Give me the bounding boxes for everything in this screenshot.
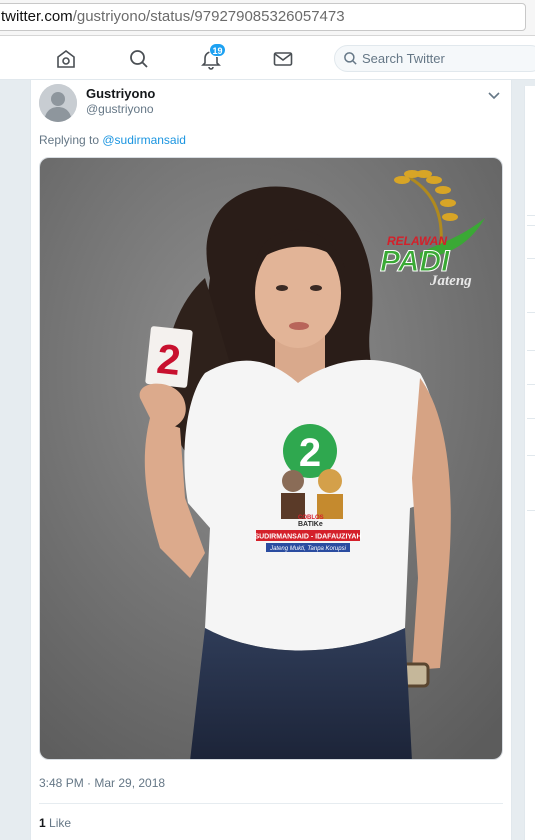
- side-divider: [527, 350, 535, 351]
- divider: [39, 803, 503, 804]
- replying-to-prefix: Replying to: [39, 133, 103, 147]
- url-field[interactable]: twitter.com/gustriyono/status/9792790853…: [0, 3, 526, 31]
- shirt-batik-text: BATIKe: [298, 521, 323, 528]
- eye-shape: [310, 285, 322, 291]
- like-count-label: Like: [49, 816, 72, 830]
- side-divider: [527, 215, 535, 216]
- search-icon: [343, 51, 358, 66]
- url-path: /gustriyono/status/979279085326057473: [72, 8, 345, 25]
- replying-to-link[interactable]: @sudirmansaid: [102, 133, 186, 147]
- candidate-portrait: [318, 469, 342, 493]
- tweet-timestamp[interactable]: 3:48 PM · Mar 29, 2018: [39, 776, 165, 790]
- logo-line3-text: Jateng: [429, 273, 472, 289]
- side-divider: [527, 312, 535, 313]
- explore-icon[interactable]: [127, 47, 151, 71]
- side-divider: [527, 225, 535, 226]
- side-divider: [527, 455, 535, 456]
- search-input[interactable]: [362, 47, 522, 69]
- shirt-number-text: 2: [299, 431, 321, 475]
- tshirt-shape: [184, 359, 444, 651]
- home-icon[interactable]: [54, 47, 78, 71]
- side-divider: [527, 384, 535, 385]
- side-divider: [527, 418, 535, 419]
- like-count-number: 1: [39, 816, 46, 830]
- browser-address-bar: twitter.com/gustriyono/status/9792790853…: [0, 0, 535, 36]
- number-card-text: 2: [155, 335, 183, 384]
- shirt-slogan-text: Jateng Mukti, Tanpa Korupsi: [269, 546, 346, 552]
- side-divider: [527, 258, 535, 259]
- url-host: twitter.com: [1, 8, 73, 25]
- eye-shape: [276, 285, 288, 291]
- screen-name[interactable]: @gustriyono: [86, 102, 154, 116]
- avatar[interactable]: [39, 84, 77, 122]
- face-shape: [255, 238, 341, 348]
- tweet-media-image[interactable]: 2 2 COBLOS BATIKe SUDIRMANSAID - IDAFAUZ…: [39, 157, 503, 760]
- side-panel: [524, 86, 535, 840]
- side-divider: [527, 510, 535, 511]
- candidate-portrait: [282, 470, 304, 492]
- shirt-names-text: SUDIRMANSAID - IDAFAUZIYAH: [254, 534, 361, 541]
- replying-to-line: Replying to @sudirmansaid: [39, 133, 186, 147]
- likes-count[interactable]: 1 Like: [39, 816, 71, 830]
- display-name[interactable]: Gustriyono: [86, 86, 155, 101]
- lips-shape: [289, 322, 309, 330]
- chevron-down-icon[interactable]: [487, 88, 501, 100]
- notification-count-badge: 19: [209, 43, 226, 57]
- messages-icon[interactable]: [271, 47, 295, 71]
